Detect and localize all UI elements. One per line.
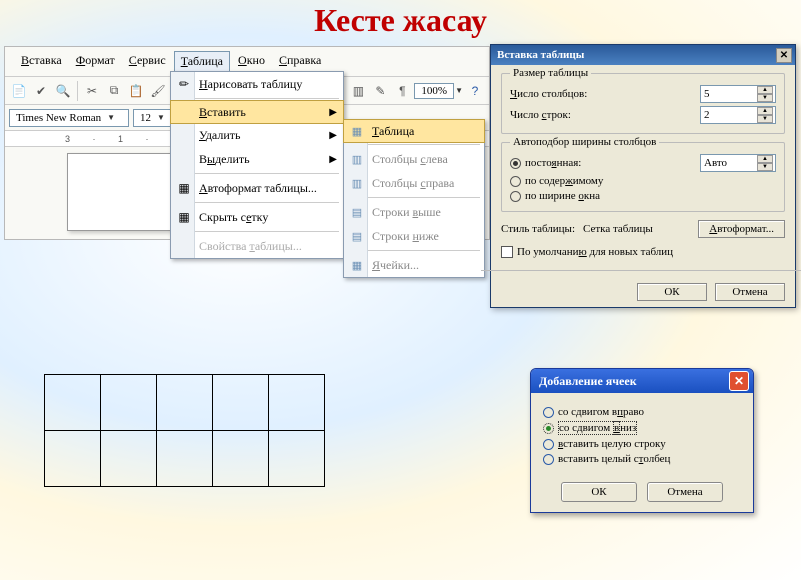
default-checkbox[interactable]: По умолчанию для новых таблиц: [501, 246, 785, 258]
font-name-combo[interactable]: Times New Roman▼: [9, 109, 129, 127]
rows-label: Число строк:: [510, 109, 700, 121]
menu-item: Свойства таблицы...: [171, 234, 343, 258]
menu-item[interactable]: ▦Автоформат таблицы...: [171, 176, 343, 200]
ok-button[interactable]: ОК: [561, 482, 637, 502]
insert-submenu: ▦Таблица ▥Столбцы слева▥Столбцы справа ▤Ст…: [343, 119, 485, 278]
radio-option[interactable]: со сдвигом вниз: [543, 421, 741, 435]
spin-down-icon[interactable]: ▼: [757, 94, 773, 102]
add-cells-dialog: Добавление ячеек ✕ со сдвигом вправо со с…: [530, 368, 754, 513]
columns-icon[interactable]: ▥: [348, 81, 368, 101]
sample-table: [44, 374, 325, 487]
table-size-group: Размер таблицы Число столбцов: ▲▼ Число …: [501, 73, 785, 134]
menu-окно[interactable]: Окно: [232, 51, 271, 72]
insert-table-dialog: Вставка таблицы ✕ Размер таблицы Число с…: [490, 44, 796, 308]
menu-icon: ▦: [175, 179, 193, 197]
close-icon[interactable]: ✕: [776, 48, 792, 63]
menu-вставка[interactable]: Вставка: [15, 51, 68, 72]
spin-up-icon[interactable]: ▲: [757, 107, 773, 115]
menu-item[interactable]: Выделить▶: [171, 147, 343, 171]
radio-by-window[interactable]: по ширине окна: [510, 190, 776, 202]
submenu-item[interactable]: ▦Таблица: [343, 119, 485, 143]
dialog-titlebar: Вставка таблицы ✕: [491, 45, 795, 65]
copy-icon[interactable]: ⧉: [104, 81, 124, 101]
zoom-combo[interactable]: 100%▼: [414, 83, 463, 99]
table-style-value: Сетка таблицы: [583, 223, 653, 235]
radio-option[interactable]: вставить целую строку: [543, 438, 741, 450]
word-window: ВставкаФорматСервисТаблицаОкноСправка 📄 …: [4, 46, 490, 240]
cancel-button[interactable]: Отмена: [647, 482, 723, 502]
spin-up-icon[interactable]: ▲: [757, 86, 773, 94]
menu-item[interactable]: Вставить▶: [170, 100, 344, 124]
radio-option[interactable]: со сдвигом вправо: [543, 406, 741, 418]
menu-справка[interactable]: Справка: [273, 51, 327, 72]
spin-up-icon[interactable]: ▲: [757, 155, 773, 163]
autoformat-button[interactable]: Автоформат...: [698, 220, 785, 238]
spin-down-icon[interactable]: ▼: [757, 163, 773, 171]
dialog-titlebar: Добавление ячеек ✕: [531, 369, 753, 393]
submenu-icon: ▤: [348, 227, 366, 245]
new-icon[interactable]: 📄: [9, 81, 29, 101]
radio-by-content[interactable]: по содержимому: [510, 175, 776, 187]
radio-option[interactable]: вставить целый столбец: [543, 453, 741, 465]
cancel-button[interactable]: Отмена: [715, 283, 785, 301]
paste-icon[interactable]: 📋: [126, 81, 146, 101]
spin-down-icon[interactable]: ▼: [757, 115, 773, 123]
ok-button[interactable]: ОК: [637, 283, 707, 301]
format-painter-icon[interactable]: 🖌: [148, 81, 168, 101]
page-title: Кесте жасау: [0, 0, 801, 38]
menu-item[interactable]: ✏Нарисовать таблицу: [171, 72, 343, 96]
table-style-label: Стиль таблицы:: [501, 223, 575, 235]
spellcheck-icon[interactable]: ✔: [31, 81, 51, 101]
submenu-icon: ▥: [348, 174, 366, 192]
menu-сервис[interactable]: Сервис: [123, 51, 172, 72]
menu-icon: ✏: [175, 75, 193, 93]
help-icon[interactable]: ?: [465, 81, 485, 101]
submenu-icon: ▦: [348, 122, 366, 140]
research-icon[interactable]: 🔍: [53, 81, 73, 101]
menu-icon: ▦: [175, 208, 193, 226]
table-menu-dropdown: ✏Нарисовать таблицу Вставить▶Удалить▶Выде…: [170, 71, 344, 259]
autofit-group: Автоподбор ширины столбцов постоянная: ▲…: [501, 142, 785, 212]
columns-spinner[interactable]: ▲▼: [700, 85, 776, 103]
submenu-icon: ▤: [348, 203, 366, 221]
drawing-icon[interactable]: ✎: [370, 81, 390, 101]
para-icon[interactable]: ¶: [392, 81, 412, 101]
submenu-item[interactable]: ▥Столбцы справа: [344, 171, 484, 195]
submenu-item[interactable]: ▤Строки выше: [344, 200, 484, 224]
menu-формат[interactable]: Формат: [70, 51, 121, 72]
columns-label: Число столбцов:: [510, 88, 700, 100]
submenu-item[interactable]: ▥Столбцы слева: [344, 147, 484, 171]
close-icon[interactable]: ✕: [729, 371, 749, 391]
menu-item[interactable]: ▦Скрыть сетку: [171, 205, 343, 229]
submenu-item[interactable]: ▦Ячейки...: [344, 253, 484, 277]
submenu-item[interactable]: ▤Строки ниже: [344, 224, 484, 248]
submenu-icon: ▦: [348, 256, 366, 274]
width-spinner[interactable]: ▲▼: [700, 154, 776, 172]
menu-таблица[interactable]: Таблица: [174, 51, 230, 72]
submenu-icon: ▥: [348, 150, 366, 168]
radio-fixed[interactable]: постоянная:: [510, 157, 581, 169]
menu-item[interactable]: Удалить▶: [171, 123, 343, 147]
cut-icon[interactable]: ✂: [82, 81, 102, 101]
rows-spinner[interactable]: ▲▼: [700, 106, 776, 124]
